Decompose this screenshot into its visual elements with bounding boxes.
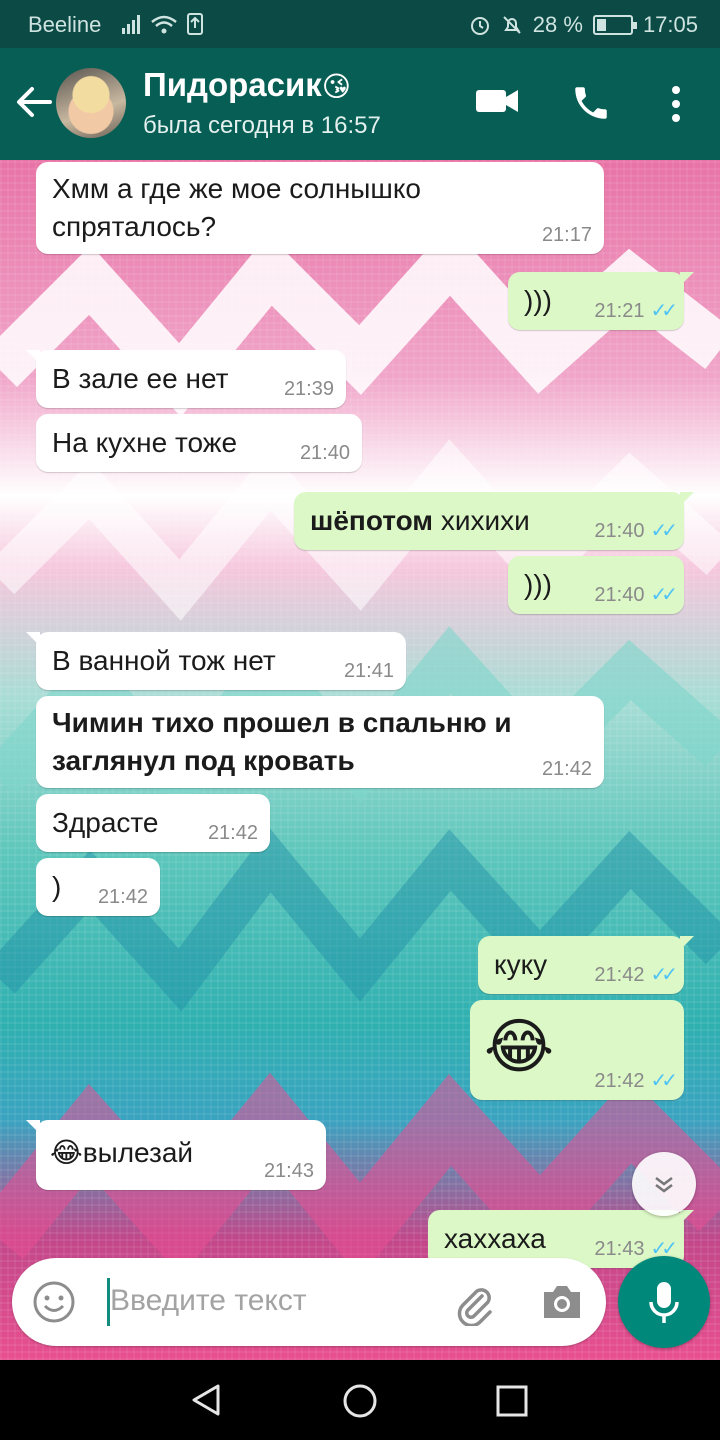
message-text: ))) [524,285,552,316]
video-call-icon[interactable] [474,84,520,123]
message-outgoing[interactable]: ))) 21:40 ✓✓ [508,556,684,614]
message-time: 21:42 [207,822,258,844]
nav-recents-icon[interactable] [495,1384,529,1418]
message-time: 21:41 [343,660,394,682]
double-check-icon: ✓✓ [650,1070,677,1092]
message-input[interactable]: Введите текст [110,1284,307,1318]
battery-icon [592,15,637,35]
chevron-down-icon [655,1177,673,1193]
contact-avatar[interactable] [56,68,126,138]
message-time: 21:42 [594,1070,645,1092]
message-outgoing[interactable]: шёпотом хихихи 21:40 ✓✓ [294,492,694,550]
contact-name[interactable]: Пидорасик😘 [143,66,351,104]
message-time: 21:40 [594,520,645,542]
phone-icon[interactable] [570,82,612,129]
message-incoming[interactable]: 😂вылезай 21:43 [26,1120,326,1190]
system-nav-bar [0,1360,720,1440]
message-time: 21:17 [541,224,592,246]
message-outgoing[interactable]: куку 21:42 ✓✓ [478,936,694,994]
emoji-icon[interactable] [32,1280,76,1329]
nav-back-icon[interactable] [188,1382,224,1418]
message-text: хаххаха [444,1223,546,1254]
message-incoming[interactable]: В ванной тож нет 21:41 [26,632,406,690]
message-time: 21:42 [594,964,645,986]
mute-notifications-icon [503,16,521,34]
message-time: 21:42 [541,758,592,780]
back-arrow-icon[interactable] [14,80,54,124]
message-time: 21:21 [594,300,645,322]
last-seen-status: была сегодня в 16:57 [143,112,381,139]
nav-home-icon[interactable] [341,1382,379,1420]
signal-wifi-icons [122,12,206,42]
clock: 17:05 [642,12,698,37]
message-text: В зале ее нет [52,363,229,394]
message-time: 21:40 [594,584,645,606]
message-incoming[interactable]: Чимин тихо прошел в спальню и заглянул п… [36,696,604,788]
message-incoming[interactable]: Хмм а где же мое солнышко спряталось? 21… [36,162,604,254]
message-text: 😂вылезай [50,1137,194,1168]
scroll-down-button[interactable] [632,1152,696,1216]
double-check-icon: ✓✓ [650,964,677,986]
message-outgoing[interactable]: ))) 21:21 ✓✓ [508,272,694,330]
camera-icon[interactable] [540,1282,584,1327]
carrier-name: Beeline [28,12,102,37]
message-text: В ванной тож нет [52,645,276,676]
mic-icon [649,1282,679,1323]
double-check-icon: ✓✓ [650,520,677,542]
laughing-emoji: 😂 [484,1013,555,1080]
message-text: куку [494,949,548,980]
message-incoming[interactable]: Здрасте 21:42 [36,794,270,852]
message-text: хихихи [440,505,530,536]
message-time: 21:42 [97,886,148,908]
message-text: Здрасте [52,807,159,838]
more-vert-icon[interactable] [666,84,686,129]
voice-message-button[interactable] [618,1256,710,1348]
message-outgoing[interactable]: 😂 21:42 ✓✓ [470,1000,684,1100]
battery-percent: 28 % [532,12,583,37]
chat-area[interactable]: Хмм а где же мое солнышко спряталось? 21… [0,160,720,1360]
message-text: ) [52,871,62,902]
message-bold-text: шёпотом [310,505,434,536]
message-incoming[interactable]: ) 21:42 [36,858,160,916]
status-bar: Beeline 28 % 17:05 [0,0,720,48]
double-check-icon: ✓✓ [650,584,677,606]
message-incoming[interactable]: В зале ее нет 21:39 [26,350,346,408]
message-time: 21:43 [594,1238,645,1260]
message-incoming[interactable]: На кухне тоже 21:40 [36,414,362,472]
message-time: 21:39 [283,378,334,400]
double-check-icon: ✓✓ [650,300,677,322]
message-text: На кухне тоже [52,427,238,458]
message-time: 21:40 [299,442,350,464]
chat-header: Пидорасик😘 была сегодня в 16:57 [0,48,720,160]
alarm-icon [470,17,489,35]
attach-icon[interactable] [452,1282,496,1331]
message-text: ))) [524,569,552,600]
message-text: Чимин тихо прошел в спальню и заглянул п… [52,707,512,776]
message-text: Хмм а где же мое солнышко спряталось? [52,173,422,242]
message-input-bar[interactable]: Введите текст [12,1258,606,1346]
message-time: 21:43 [263,1160,314,1182]
kiss-emoji: 😘 [321,71,351,102]
